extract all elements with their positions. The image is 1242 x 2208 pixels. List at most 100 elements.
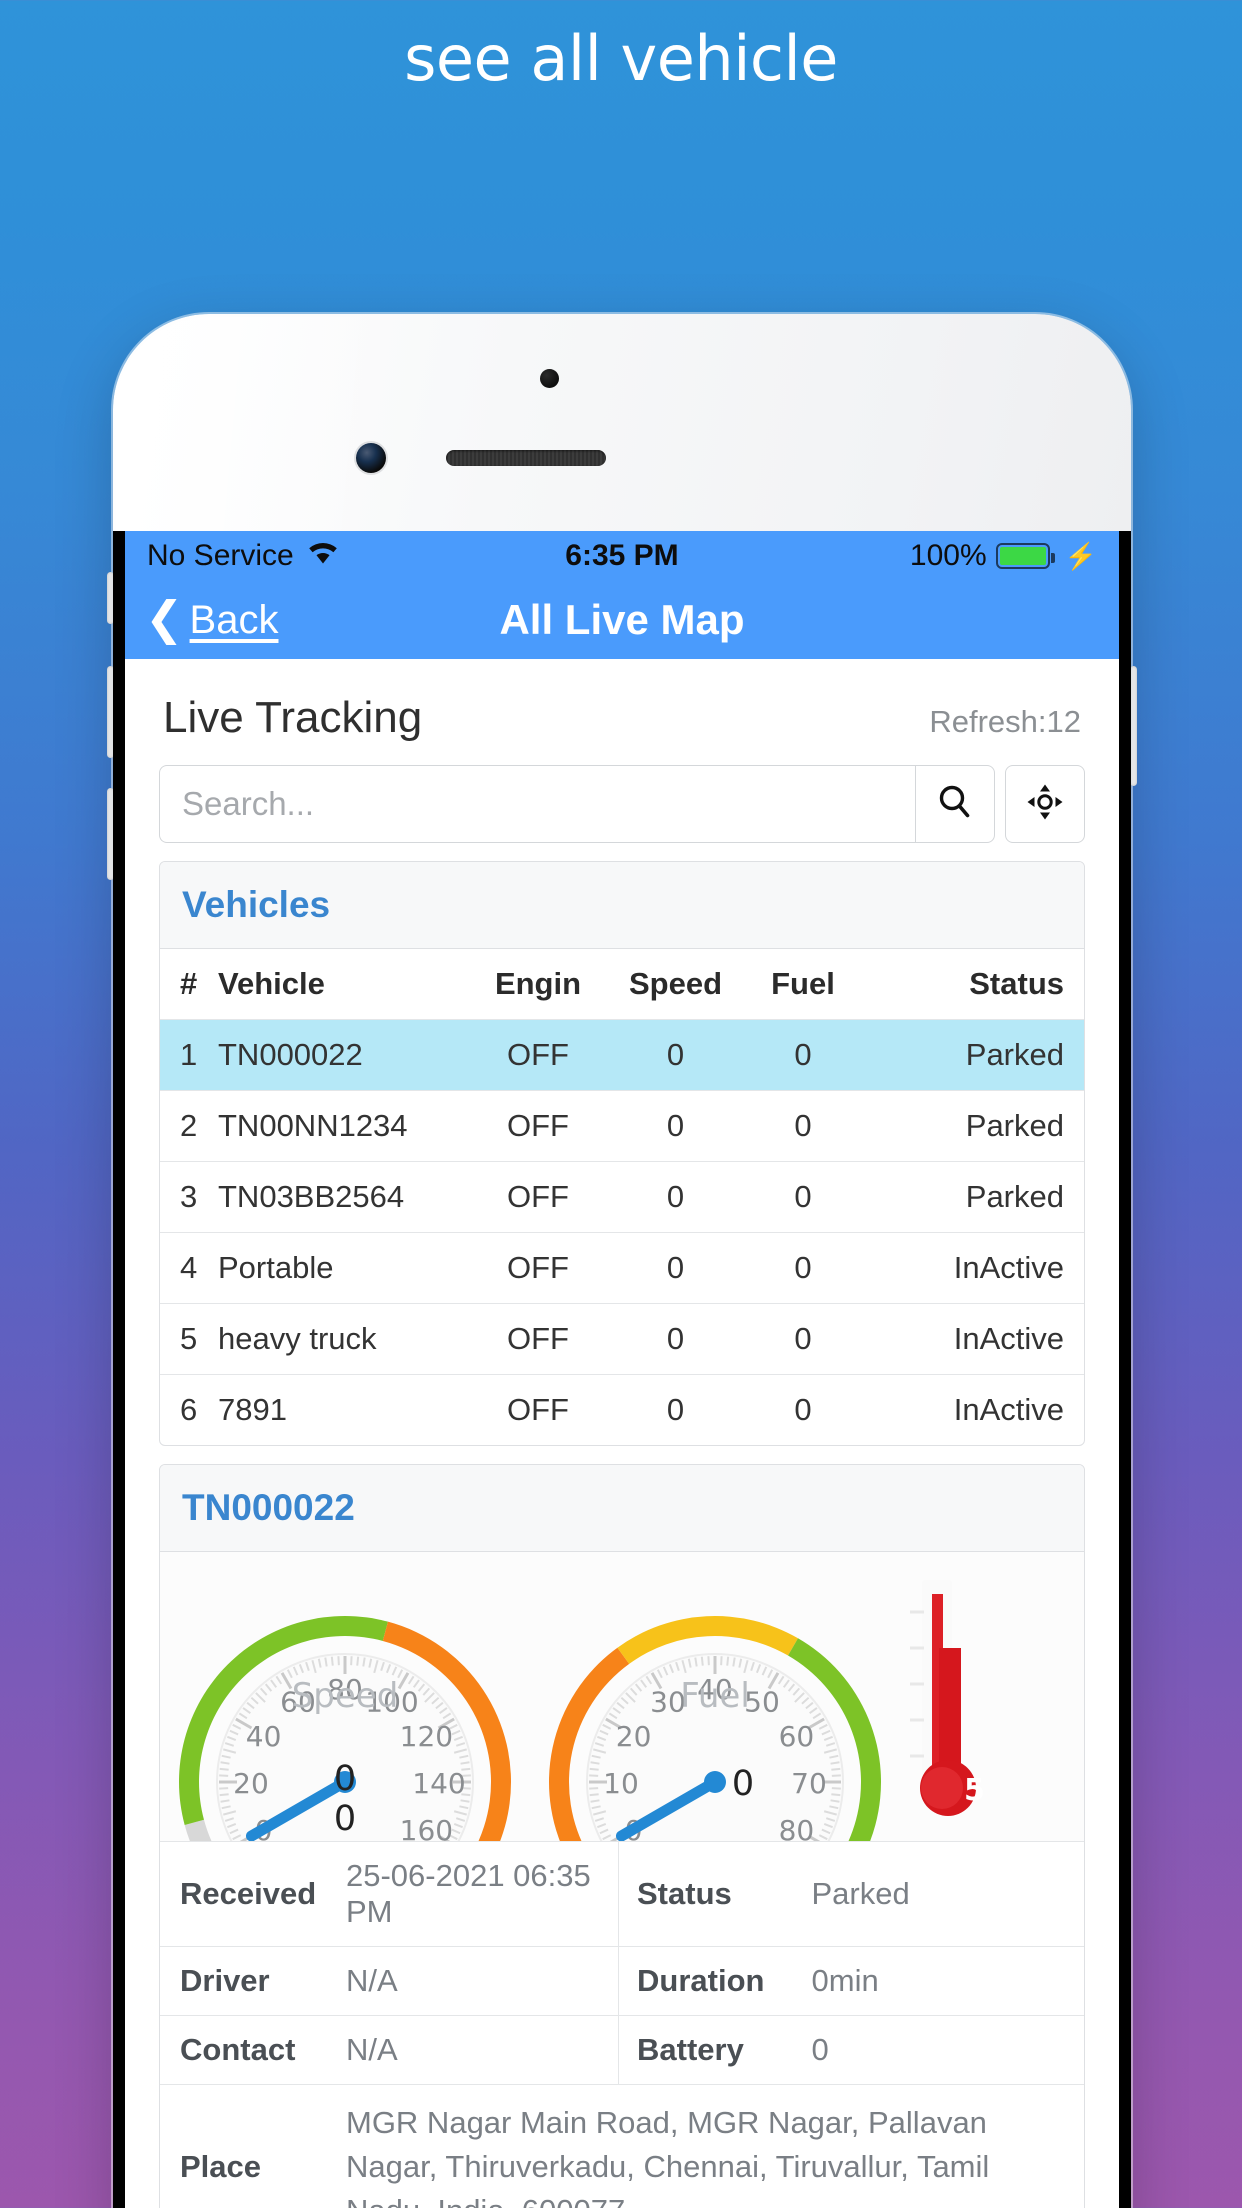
info-value-duration: 0min — [803, 1946, 1084, 2016]
ios-status-bar: No Service 6:35 PM 100% ⚡ — [125, 531, 1119, 581]
cell-vehicle: TN03BB2564 — [218, 1161, 468, 1233]
promo-headline: see all vehicle — [404, 22, 838, 95]
table-row[interactable]: 5 heavy truck OFF 0 0 InActive — [160, 1303, 1084, 1375]
fuel-gauge-label: Fuel — [680, 1676, 750, 1716]
vehicles-card: Vehicles # Vehicle Engin Speed Fuel Stat… — [159, 861, 1085, 1446]
info-label-place: Place — [180, 2149, 262, 2185]
cell-vehicle: TN000022 — [218, 1019, 468, 1091]
info-value-battery: 0 — [803, 2015, 1084, 2085]
cell-vehicle: heavy truck — [218, 1303, 468, 1375]
cell-speed: 0 — [608, 1303, 743, 1375]
table-row[interactable]: 6 7891 OFF 0 0 InActive — [160, 1375, 1084, 1446]
cell-index: 6 — [180, 1392, 198, 1427]
cell-speed: 0 — [666, 1392, 685, 1427]
cell-vehicle: TN00NN1234 — [218, 1090, 468, 1162]
cell-vehicle: Portable — [218, 1232, 468, 1304]
column-header-engine: Engin — [468, 949, 608, 1020]
svg-text:60: 60 — [779, 1720, 815, 1753]
table-row[interactable]: 2 TN00NN1234 OFF 0 0 Parked — [160, 1090, 1084, 1162]
info-row: Received 25-06-2021 06:35 PM Status Park… — [160, 1842, 1084, 1947]
search-input[interactable] — [159, 765, 915, 843]
vehicles-card-header: Vehicles — [160, 862, 1084, 949]
cell-fuel: 0 — [743, 1232, 863, 1304]
info-row: Contact N/A Battery 0 — [160, 2015, 1084, 2085]
screen-bezel: No Service 6:35 PM 100% ⚡ ❮ Back All Liv… — [113, 531, 1131, 2208]
table-row[interactable]: 4 Portable OFF 0 0 InActive — [160, 1232, 1084, 1304]
info-row: Driver N/A Duration 0min — [160, 1946, 1084, 2016]
cell-index: 5 — [160, 1303, 218, 1375]
cell-engine: OFF — [468, 1019, 608, 1091]
cell-status: InActive — [863, 1232, 1084, 1304]
speed-gauge: 020406080100120140160180200 Speed 0 0 — [160, 1552, 530, 1841]
cell-speed: 0 — [608, 1232, 743, 1304]
power-button[interactable] — [1130, 666, 1137, 786]
column-header-fuel: Fuel — [743, 949, 863, 1020]
cell-fuel: 0 — [743, 1161, 863, 1233]
cell-index: 3 — [160, 1161, 218, 1233]
vehicles-table-body: 1 TN000022 OFF 0 0 Parked 2 TN00NN1234 O… — [160, 1019, 1084, 1446]
cell-speed: 0 — [608, 1161, 743, 1233]
search-icon — [935, 782, 975, 827]
crosshair-icon — [1025, 782, 1065, 827]
cell-status: Parked — [863, 1090, 1084, 1162]
page-content: Live Tracking Refresh:12 Search... Vehic… — [125, 659, 1119, 2208]
speed-gauge-value: 0 — [333, 1759, 357, 1799]
vehicle-detail-header: TN000022 — [160, 1465, 1084, 1552]
info-label-battery: Battery — [618, 2015, 804, 2085]
back-button-label: Back — [189, 597, 279, 642]
cell-engine: OFF — [468, 1303, 608, 1375]
column-header-vehicle: Vehicle — [218, 949, 468, 1020]
vehicles-table: # Vehicle Engin Speed Fuel Status 1 TN00… — [160, 949, 1084, 1445]
speed-gauge-value-secondary: 0 — [333, 1799, 357, 1839]
cell-speed: 0 — [608, 1019, 743, 1091]
cell-status: Parked — [863, 1161, 1084, 1233]
refresh-counter: Refresh:12 — [929, 704, 1081, 739]
table-row[interactable]: 1 TN000022 OFF 0 0 Parked — [160, 1019, 1084, 1091]
cell-engine: OFF — [468, 1090, 608, 1162]
svg-text:5: 5 — [964, 1773, 985, 1808]
svg-text:20: 20 — [616, 1720, 652, 1753]
svg-text:80: 80 — [779, 1814, 815, 1842]
info-label-contact: Contact — [160, 2015, 338, 2085]
gauges-row: 020406080100120140160180200 Speed 0 0 — [160, 1552, 1084, 1842]
table-row[interactable]: 3 TN03BB2564 OFF 0 0 Parked — [160, 1161, 1084, 1233]
front-camera-icon — [356, 443, 386, 473]
cell-status: Parked — [863, 1019, 1084, 1091]
battery-full-icon — [995, 543, 1055, 569]
cell-engine: OFF — [507, 1392, 569, 1427]
info-label-duration: Duration — [618, 1946, 804, 2016]
column-header-speed: Speed — [608, 949, 743, 1020]
info-value-contact: N/A — [338, 2015, 619, 2085]
proximity-sensor — [540, 369, 559, 388]
info-label-received: Received — [160, 1842, 338, 1947]
battery-percent-label: 100% — [909, 539, 987, 572]
info-value-place: MGR Nagar Main Road, MGR Nagar, Pallavan… — [346, 2105, 990, 2208]
info-value-status: Parked — [803, 1842, 1084, 1947]
cell-vehicle: 7891 — [218, 1392, 287, 1427]
navigation-bar: ❮ Back All Live Map — [125, 581, 1119, 659]
back-button[interactable]: ❮ Back — [145, 592, 279, 644]
vehicle-info-table: Received 25-06-2021 06:35 PM Status Park… — [160, 1842, 1084, 2208]
cell-index: 4 — [160, 1232, 218, 1304]
temperature-gauge-svg: 5 — [910, 1580, 985, 1816]
cell-index: 2 — [160, 1090, 218, 1162]
page-header: Live Tracking Refresh:12 — [125, 659, 1119, 765]
chevron-left-icon: ❮ — [145, 592, 184, 644]
cell-fuel: 0 — [794, 1392, 812, 1427]
fuel-gauge: 0102030405060708090100 Fuel 0 — [530, 1552, 900, 1842]
column-header-status: Status — [863, 949, 1084, 1020]
status-bar-right: 100% ⚡ — [910, 539, 1097, 573]
temperature-gauge: 5 — [906, 1552, 1026, 1841]
cell-fuel: 0 — [743, 1303, 863, 1375]
cell-status: InActive — [953, 1392, 1064, 1427]
fuel-gauge-value: 0 — [731, 1764, 755, 1804]
locate-button[interactable] — [1005, 765, 1085, 843]
phone-device-frame: No Service 6:35 PM 100% ⚡ ❮ Back All Liv… — [107, 314, 1137, 2208]
table-header-row: # Vehicle Engin Speed Fuel Status — [160, 949, 1084, 1020]
cell-status: InActive — [863, 1303, 1084, 1375]
cell-engine: OFF — [468, 1161, 608, 1233]
search-button[interactable] — [915, 765, 995, 843]
cell-fuel: 0 — [743, 1090, 863, 1162]
info-value-received: 25-06-2021 06:35 PM — [338, 1842, 619, 1947]
live-tracking-title: Live Tracking — [163, 693, 423, 742]
